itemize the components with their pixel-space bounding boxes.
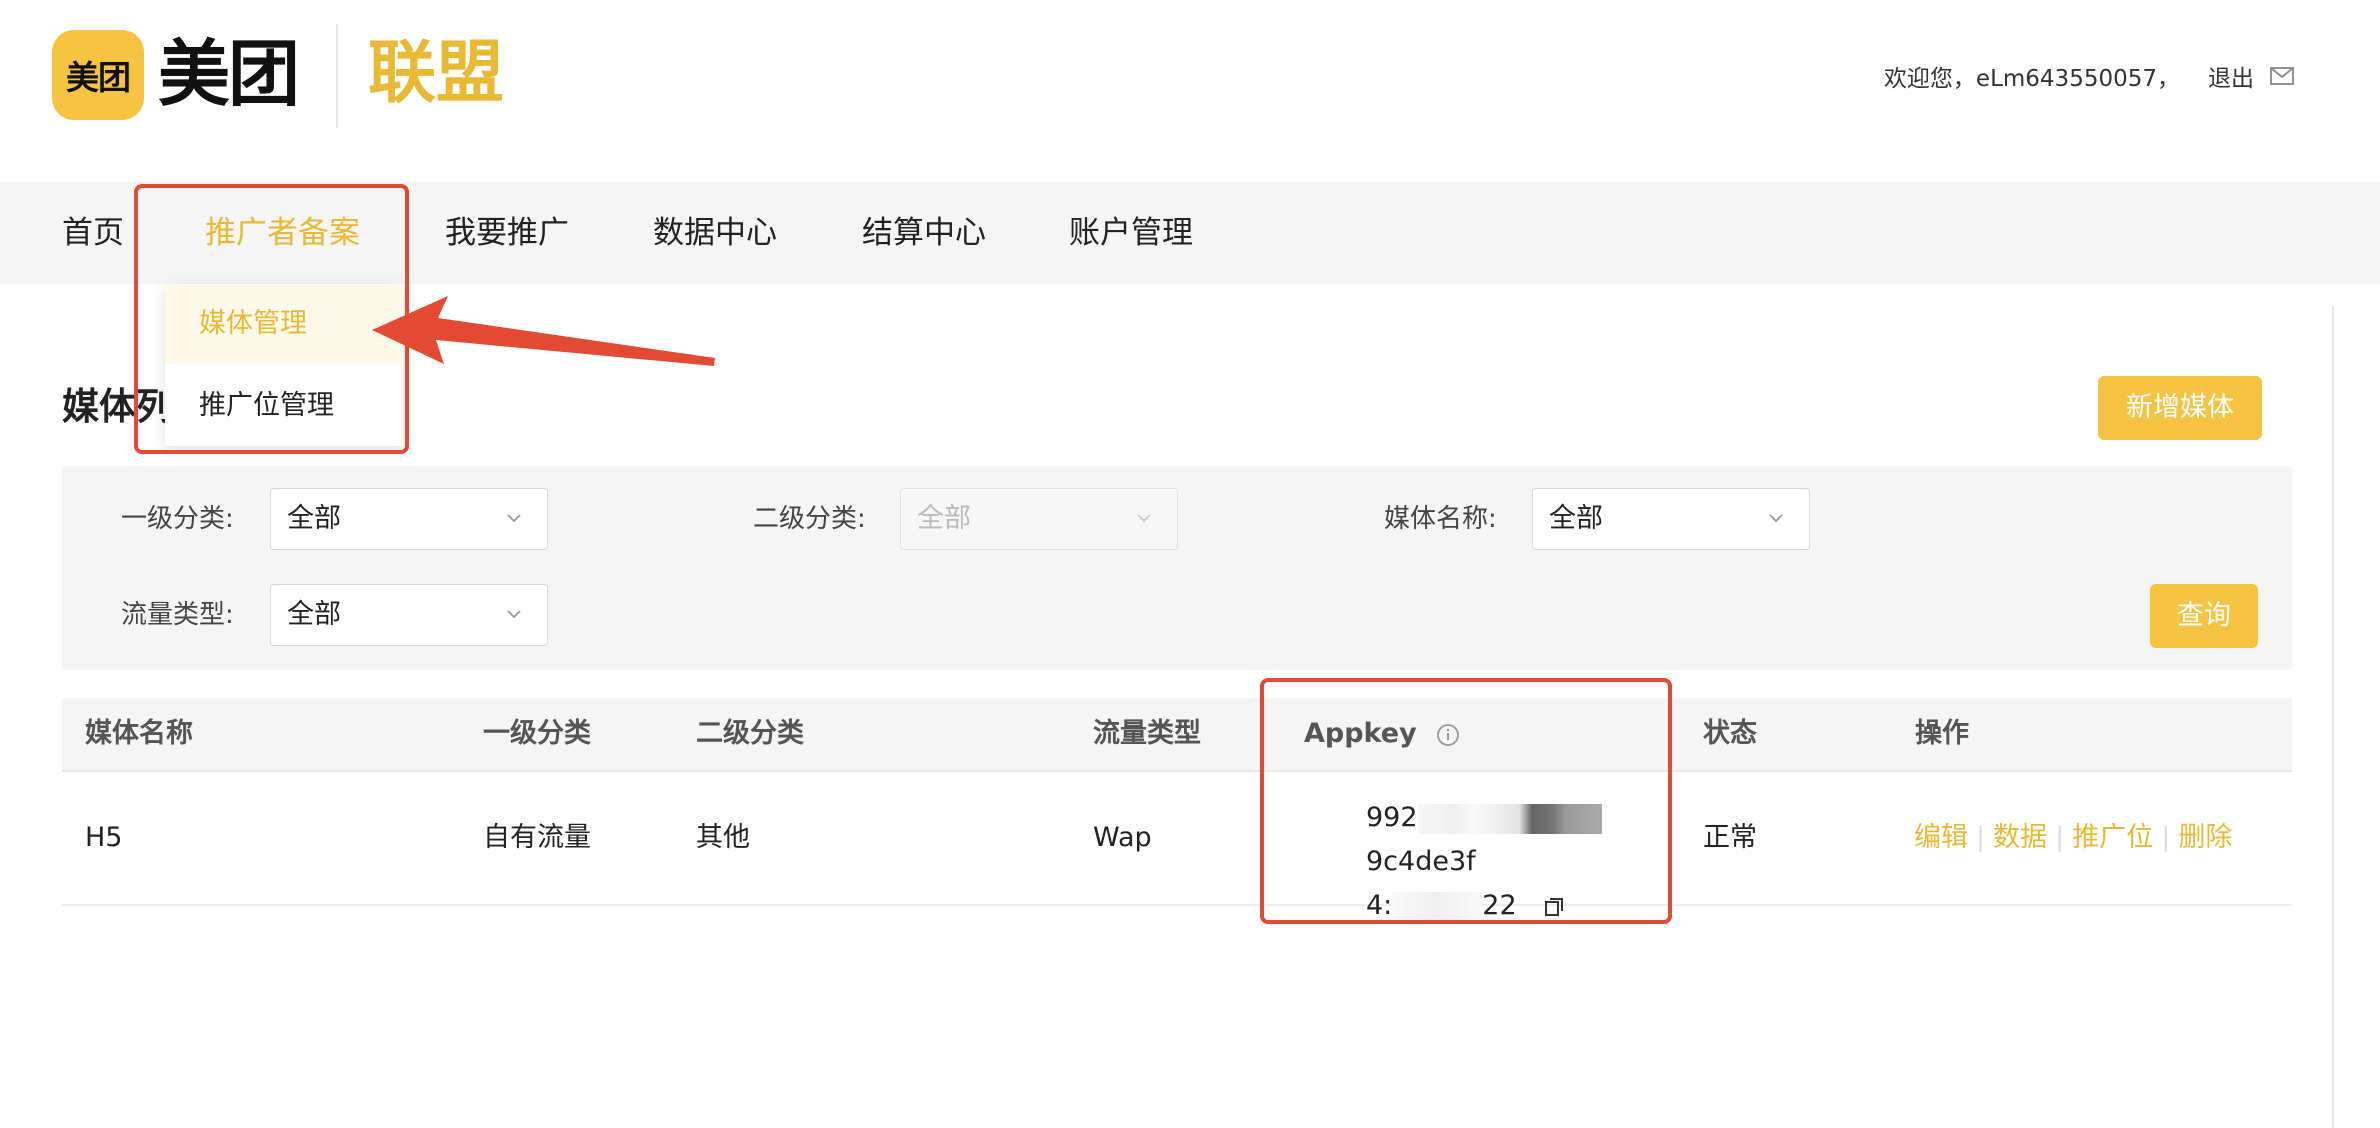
table-row: H5 自有流量 其他 Wap 9929c4de3f 4: 22 正常 编辑 | 数据 |… [62, 772, 2292, 922]
delete-link[interactable]: 删除 [2178, 822, 2232, 853]
mail-icon[interactable] [2270, 67, 2294, 85]
ad-slot-link[interactable]: 推广位 [2072, 822, 2153, 853]
cell-status: 正常 [1703, 822, 1757, 853]
query-button[interactable]: 查询 [2150, 584, 2258, 648]
filter-select-level1[interactable]: 全部 [270, 488, 548, 550]
column-header-level2: 二级分类 [696, 718, 804, 749]
annotation-arrow-icon [372, 296, 715, 366]
filter-select-level2[interactable]: 全部 [900, 488, 1178, 550]
nav-item-home[interactable]: 首页 [62, 182, 124, 284]
column-header-actions: 操作 [1915, 718, 1969, 749]
header: 美团 美团 联盟 欢迎您，eLm643550057， 退出 [0, 0, 2380, 182]
logo-text: 美团 [158, 32, 300, 116]
column-header-level1: 一级分类 [483, 718, 591, 749]
add-media-button[interactable]: 新增媒体 [2098, 376, 2262, 440]
filter-panel: 一级分类: 全部 二级分类: 全部 媒体名称: 全部 流量类型: 全部 [62, 466, 2292, 670]
cell-actions: 编辑 | 数据 | 推广位 | 删除 [1914, 772, 2232, 904]
data-link[interactable]: 数据 [1993, 822, 2047, 853]
filter-label-level2: 二级分类: [753, 504, 866, 534]
chevron-down-icon [1137, 514, 1151, 523]
nav-item-promote[interactable]: 我要推广 [445, 182, 569, 284]
page-scrollbar[interactable] [2332, 306, 2334, 1128]
filter-label-media-name: 媒体名称: [1384, 504, 1497, 534]
annotation-box-appkey [1260, 678, 1672, 924]
filter-value-level1: 全部 [287, 503, 341, 534]
chevron-down-icon [507, 514, 521, 523]
action-separator: | [2055, 822, 2065, 853]
cell-traffic-type: Wap [1093, 822, 1152, 853]
edit-link[interactable]: 编辑 [1914, 822, 1968, 853]
action-separator: | [1976, 822, 1986, 853]
nav-item-settlement-center[interactable]: 结算中心 [862, 182, 986, 284]
filter-value-level2: 全部 [917, 503, 971, 534]
action-separator: | [2161, 822, 2171, 853]
logo-badge-text: 美团 [66, 58, 131, 97]
cell-level2: 其他 [696, 822, 750, 853]
filter-label-level1: 一级分类: [121, 504, 234, 534]
column-header-traffic-type: 流量类型 [1093, 718, 1201, 749]
filter-select-traffic-type[interactable]: 全部 [270, 584, 548, 646]
filter-value-media-name: 全部 [1549, 503, 1603, 534]
filter-value-traffic-type: 全部 [287, 599, 341, 630]
logout-link[interactable]: 退出 [2208, 59, 2254, 93]
column-header-status: 状态 [1703, 718, 1757, 749]
logo-divider [336, 24, 338, 128]
logo-union-text: 联盟 [368, 34, 505, 113]
meituan-logo-badge[interactable]: 美团 [52, 30, 144, 120]
nav-item-data-center[interactable]: 数据中心 [653, 182, 777, 284]
cell-media-name: H5 [85, 822, 123, 853]
table-header: 媒体名称 一级分类 二级分类 流量类型 Appkey 状态 操作 [62, 698, 2292, 772]
column-header-media-name: 媒体名称 [85, 718, 193, 749]
cell-level1: 自有流量 [483, 822, 591, 853]
welcome-text: 欢迎您，eLm643550057， [1883, 66, 2180, 92]
filter-select-media-name[interactable]: 全部 [1532, 488, 1810, 550]
nav-item-account[interactable]: 账户管理 [1069, 182, 1193, 284]
chevron-down-icon [1769, 514, 1783, 523]
chevron-down-icon [507, 610, 521, 619]
user-area: 欢迎您，eLm643550057， 退出 [1884, 58, 2294, 94]
filter-label-traffic-type: 流量类型: [121, 600, 234, 630]
